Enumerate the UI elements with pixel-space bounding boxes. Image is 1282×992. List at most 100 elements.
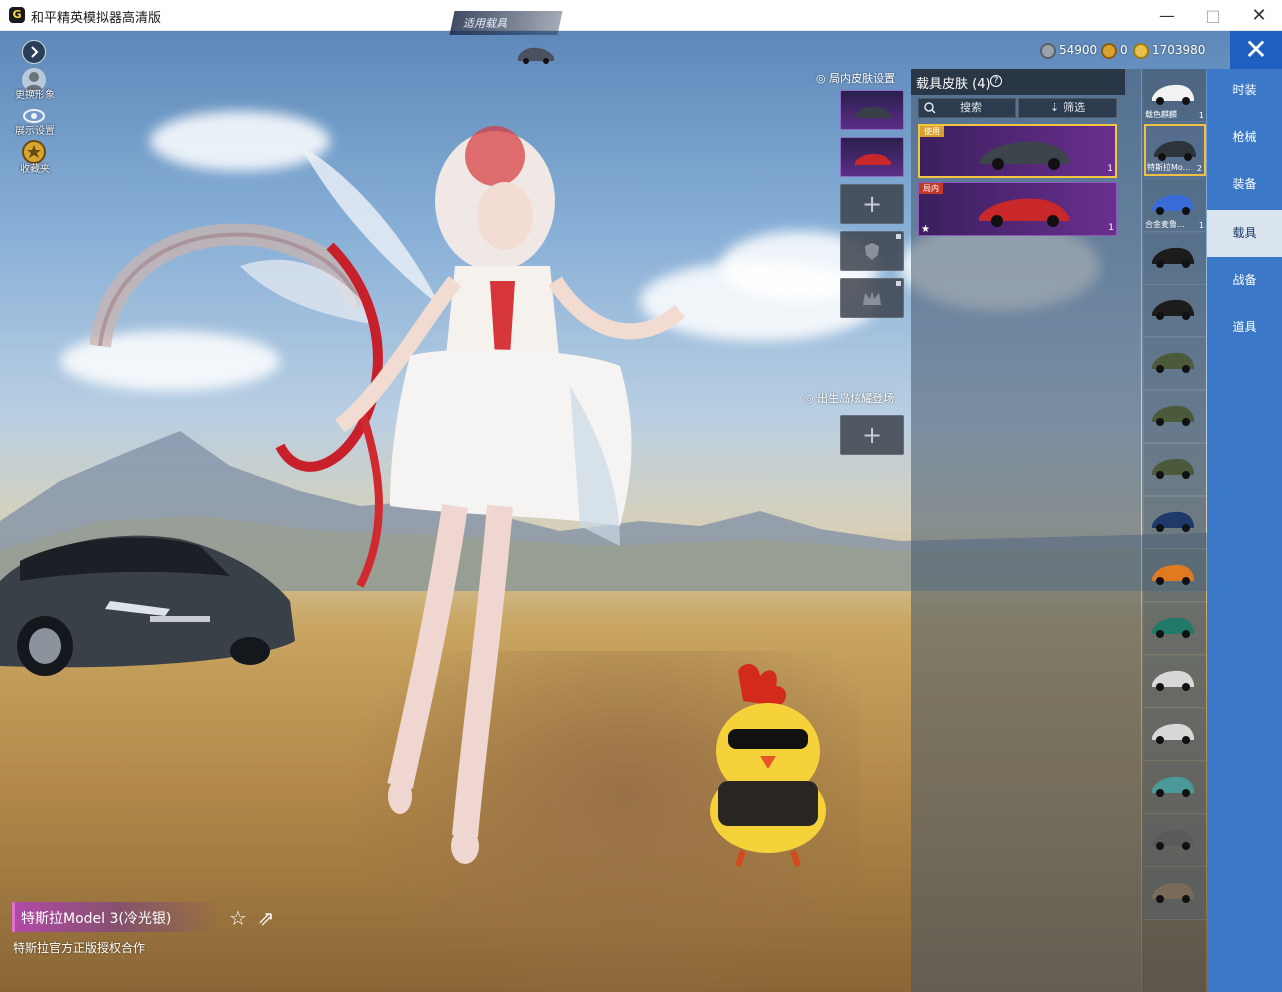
vehicle-list-item[interactable] [1144, 497, 1206, 549]
vehicle-wheel [1182, 418, 1190, 426]
vehicle-thumbnail [1152, 564, 1194, 585]
vehicle-list-item[interactable] [1144, 709, 1206, 761]
vehicle-thumbnail [1152, 405, 1194, 426]
vehicle-wheel [1182, 789, 1190, 797]
vehicle-thumbnail [1152, 723, 1194, 744]
ingame-skin-slot-2[interactable] [840, 137, 904, 177]
vehicle-wheel [1182, 312, 1190, 320]
skin-card-red[interactable]: 局内 ★ 1 [918, 182, 1117, 236]
vehicle-thumbnail [1152, 670, 1194, 691]
window-close-button[interactable]: ✕ [1236, 0, 1282, 31]
vehicle-wheel [1182, 683, 1190, 691]
tab-items[interactable]: 道具 [1207, 304, 1282, 351]
vehicle-list-label: 载色麒麟 [1145, 110, 1177, 119]
search-button[interactable]: 搜索 [918, 98, 1016, 118]
locked-slot-shield[interactable] [840, 231, 904, 271]
spawn-island-showcase-title[interactable]: ◎ 出生岛炫耀登场 [804, 390, 894, 406]
maximize-button[interactable]: □ [1190, 0, 1236, 31]
vehicle-car-icon [518, 47, 554, 64]
crown-icon [863, 291, 881, 305]
vehicle-list-item[interactable] [1144, 603, 1206, 655]
vehicle-list-item[interactable] [1144, 656, 1206, 708]
gold-coupon-icon [1101, 42, 1117, 59]
vehicle-thumbnail [1152, 882, 1194, 903]
display-settings-label: 展示设置 [15, 126, 55, 137]
share-icon[interactable]: ⇗ [255, 907, 277, 929]
vehicle-list-item[interactable]: 特斯拉Mo... 2 [1144, 124, 1206, 176]
tab-weapons[interactable]: 枪械 [1207, 114, 1282, 161]
lock-icon [896, 281, 901, 286]
vehicle-wheel [1156, 842, 1164, 850]
vehicle-wheel [1158, 153, 1166, 161]
tab-outfit[interactable]: 时装 [1207, 67, 1282, 114]
vehicle-list-item[interactable] [1144, 762, 1206, 814]
vehicle-wheel [1156, 683, 1164, 691]
vehicle-list-item[interactable]: 载色麒麟 1 [1144, 70, 1206, 122]
collection-icon [27, 145, 41, 158]
vehicle-list-item[interactable] [1144, 868, 1206, 920]
shield-icon [865, 243, 879, 260]
change-avatar-label: 更换形象 [15, 90, 55, 101]
tab-vehicles[interactable]: 载具 [1207, 210, 1282, 257]
vehicle-wheel [1156, 365, 1164, 373]
silver-coin-icon [1040, 42, 1056, 59]
vehicle-wheel [1156, 895, 1164, 903]
spawn-island-add-slot[interactable]: + [840, 415, 904, 455]
vehicle-description: 特斯拉官方正版授权合作 [13, 941, 146, 955]
window-title: 和平精英模拟器高清版 [31, 11, 162, 26]
ingame-skin-add-slot[interactable]: + [840, 184, 904, 224]
locked-slot-crown[interactable] [840, 278, 904, 318]
vehicle-skin-title: 载具皮肤 (4) [916, 77, 991, 92]
expand-arrow-button[interactable] [22, 40, 46, 64]
skin-card-silver[interactable]: 使用 1 [918, 124, 1117, 178]
vehicle-list-item[interactable] [1144, 233, 1206, 285]
window-titlebar: G 和平精英模拟器高清版 — □ ✕ [0, 0, 1282, 31]
app-logo-icon: G [9, 7, 25, 23]
vehicle-wheel [1182, 97, 1190, 105]
vehicle-wheel [1182, 365, 1190, 373]
vehicle-thumbnail [1152, 352, 1194, 373]
skin-count: 1 [1107, 164, 1113, 174]
vehicle-wheel [1182, 524, 1190, 532]
vehicle-wheel [1156, 471, 1164, 479]
vehicle-list-item[interactable] [1144, 338, 1206, 390]
in-use-tag: 使用 [920, 126, 944, 137]
favorite-star-icon[interactable]: ★ [921, 224, 930, 235]
filter-button[interactable]: ⇣ 筛选 [1018, 98, 1117, 118]
vehicle-thumbnail [1152, 194, 1194, 215]
vehicle-thumbnail [1152, 247, 1194, 268]
gold-coin-icon [1133, 42, 1149, 59]
vehicle-wheel [1156, 630, 1164, 638]
vehicle-list-item[interactable] [1144, 285, 1206, 337]
vehicle-thumbnail [1152, 458, 1194, 479]
tab-supplies[interactable]: 战备 [1207, 257, 1282, 304]
vehicle-wheel [1184, 153, 1192, 161]
search-icon [924, 102, 936, 114]
vehicle-list-item[interactable] [1144, 391, 1206, 443]
vehicle-name: 特斯拉Model 3(冷光银) [21, 911, 172, 927]
vehicle-wheel [1182, 260, 1190, 268]
vehicle-wheel [1156, 418, 1164, 426]
vehicle-list-item[interactable] [1144, 444, 1206, 496]
close-wardrobe-button[interactable]: ✕ [1230, 31, 1282, 71]
vehicle-wheel [1182, 630, 1190, 638]
vehicle-list-count: 1 [1198, 111, 1204, 120]
vehicle-wheel [1182, 577, 1190, 585]
currency-gold: 1703980 [1133, 41, 1205, 59]
vehicle-wheel [1156, 312, 1164, 320]
help-icon[interactable]: ? [990, 75, 1002, 87]
vehicle-list-item[interactable] [1144, 550, 1206, 602]
in-game-tag: 局内 [919, 183, 943, 194]
vehicle-wheel [1182, 736, 1190, 744]
collection-label: 收藏夹 [20, 164, 50, 175]
vehicle-list-item[interactable]: 合金麦鲁... 1 [1144, 180, 1206, 232]
favorite-star-icon[interactable]: ☆ [227, 907, 249, 929]
vehicle-list-item[interactable] [1144, 815, 1206, 867]
vehicle-wheel [1182, 842, 1190, 850]
ingame-skin-settings-title[interactable]: ◎ 局内皮肤设置 [816, 70, 895, 86]
minimize-button[interactable]: — [1144, 0, 1190, 31]
vehicle-list-label: 特斯拉Mo... [1147, 163, 1191, 172]
tab-equipment[interactable]: 装备 [1207, 161, 1282, 208]
ingame-skin-slot-1[interactable] [840, 90, 904, 130]
vehicle-wheel [1182, 895, 1190, 903]
